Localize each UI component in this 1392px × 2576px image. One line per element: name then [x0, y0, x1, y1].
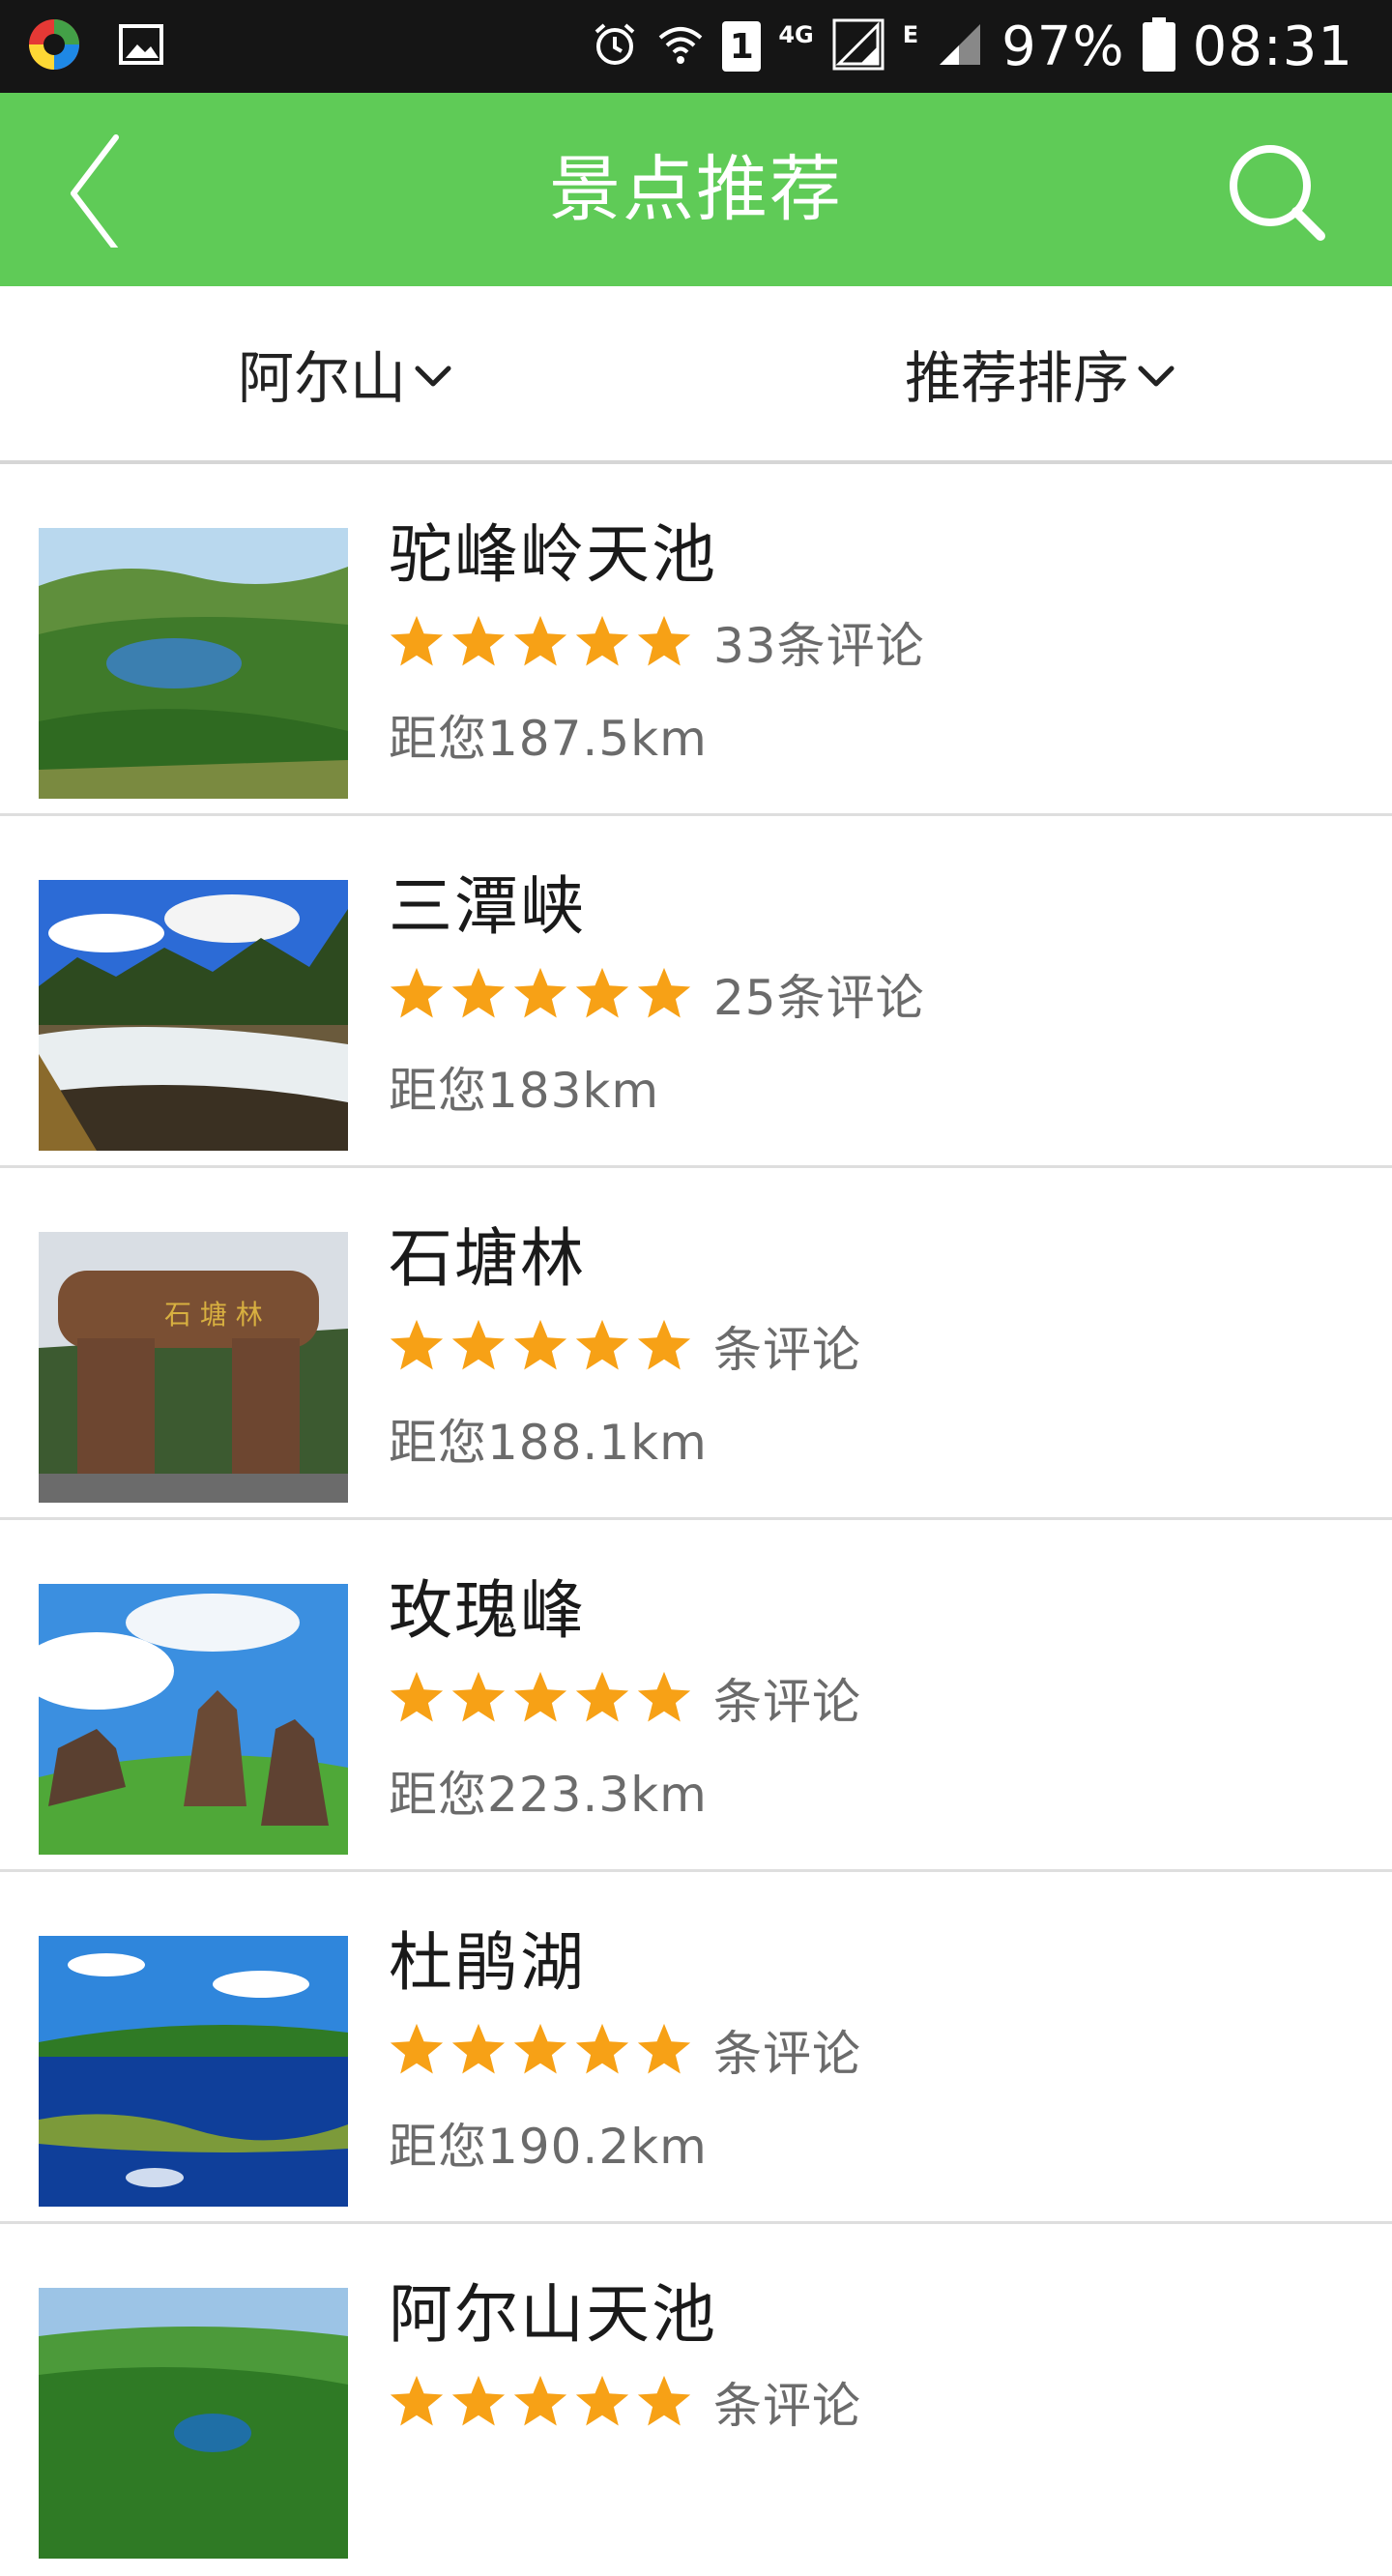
distance: 距您188.1km: [389, 1415, 708, 1471]
star-icon: [513, 967, 567, 1018]
sim-icon: 1: [722, 21, 762, 72]
attraction-thumbnail: [39, 1936, 348, 2207]
attraction-thumbnail: 石 塘 林: [39, 1232, 348, 1503]
battery-percent: 97%: [1001, 15, 1125, 78]
attraction-name: 石塘林: [389, 1221, 586, 1296]
attraction-name: 杜鹃湖: [389, 1925, 586, 2000]
star-rating: [387, 2372, 694, 2432]
star-icon: [513, 2375, 567, 2426]
star-icon: [575, 967, 629, 1018]
star-icon: [451, 2375, 506, 2426]
distance: 距您183km: [389, 1063, 660, 1119]
star-icon: [637, 1671, 691, 1722]
star-rating: [387, 612, 694, 672]
location-filter-label: 阿尔山: [238, 345, 407, 411]
network-4g: 4G: [778, 21, 814, 48]
star-icon: [513, 615, 567, 666]
review-count: 33条评论: [713, 618, 925, 674]
star-rating: [387, 1316, 694, 1376]
network-e: E: [902, 21, 919, 48]
search-button[interactable]: [1226, 141, 1326, 242]
star-icon: [390, 1671, 444, 1722]
star-icon: [637, 1319, 691, 1370]
star-icon: [390, 1319, 444, 1370]
battery-icon: [1142, 17, 1175, 75]
sort-filter-label: 推荐排序: [905, 345, 1130, 411]
star-icon: [451, 1319, 506, 1370]
list-item[interactable]: 石 塘 林 石塘林 条评论 距您188.1km: [0, 1168, 1392, 1520]
chevron-down-icon: [415, 366, 451, 387]
star-icon: [451, 967, 506, 1018]
attraction-thumbnail: [39, 528, 348, 799]
rating: 25条评论: [387, 959, 925, 1029]
chevron-down-icon: [1138, 366, 1174, 387]
list-item[interactable]: 杜鹃湖 条评论 距您190.2km: [0, 1872, 1392, 2224]
star-icon: [637, 2023, 691, 2074]
rating: 条评论: [387, 2015, 861, 2085]
clock: 08:31: [1192, 15, 1353, 78]
attraction-thumbnail: [39, 2288, 348, 2559]
review-count: 条评论: [713, 1674, 861, 1730]
rating: 条评论: [387, 1663, 861, 1733]
star-icon: [390, 615, 444, 666]
location-filter[interactable]: 阿尔山: [238, 286, 454, 460]
review-count: 条评论: [713, 2378, 861, 2434]
star-icon: [451, 615, 506, 666]
star-rating: [387, 1668, 694, 1728]
list-item[interactable]: 三潭峡 25条评论 距您183km: [0, 816, 1392, 1168]
star-icon: [575, 2375, 629, 2426]
star-icon: [513, 1319, 567, 1370]
alarm-icon: [591, 20, 639, 73]
list-item[interactable]: 玫瑰峰 条评论 距您223.3km: [0, 1520, 1392, 1872]
attraction-name: 三潭峡: [389, 869, 586, 944]
attraction-name: 玫瑰峰: [389, 1573, 586, 1648]
signal-icon: [831, 17, 885, 75]
star-icon: [513, 1671, 567, 1722]
app-logo-icon: [27, 17, 81, 75]
status-bar: 1 4G E 97% 08:31: [0, 0, 1392, 93]
star-icon: [513, 2023, 567, 2074]
distance: 距您190.2km: [389, 2119, 708, 2175]
sim-badge: 1: [729, 26, 754, 67]
review-count: 条评论: [713, 1322, 861, 1378]
review-count: 条评论: [713, 2026, 861, 2082]
distance: 距您223.3km: [389, 1767, 708, 1823]
star-rating: [387, 2020, 694, 2080]
rating: 33条评论: [387, 607, 925, 677]
attraction-thumbnail: [39, 880, 348, 1151]
star-rating: [387, 964, 694, 1024]
review-count: 25条评论: [713, 970, 925, 1026]
attraction-name: 阿尔山天池: [389, 2277, 717, 2352]
list-item[interactable]: 驼峰岭天池 33条评论 距您187.5km: [0, 464, 1392, 816]
star-icon: [451, 2023, 506, 2074]
rating: 条评论: [387, 1311, 861, 1381]
attraction-name: 驼峰岭天池: [389, 517, 717, 592]
rating: 条评论: [387, 2367, 861, 2437]
image-icon: [118, 21, 164, 72]
filter-bar: 阿尔山 推荐排序: [0, 286, 1392, 464]
star-icon: [451, 1671, 506, 1722]
star-icon: [575, 2023, 629, 2074]
star-icon: [637, 615, 691, 666]
star-icon: [390, 2375, 444, 2426]
signal-bars-icon: [936, 20, 984, 73]
distance: 距您187.5km: [389, 711, 708, 767]
attraction-list: 驼峰岭天池 33条评论 距您187.5km 三潭峡 25条评论 距您183km …: [0, 464, 1392, 2576]
star-icon: [390, 967, 444, 1018]
page-title: 景点推荐: [549, 148, 843, 231]
list-item[interactable]: 阿尔山天池 条评论: [0, 2224, 1392, 2576]
star-icon: [390, 2023, 444, 2074]
wifi-icon: [656, 20, 705, 73]
search-icon: [1230, 145, 1325, 241]
sort-filter[interactable]: 推荐排序: [905, 286, 1177, 460]
attraction-thumbnail: [39, 1584, 348, 1855]
app-bar: 景点推荐: [0, 93, 1392, 286]
star-icon: [575, 615, 629, 666]
star-icon: [575, 1671, 629, 1722]
star-icon: [637, 2375, 691, 2426]
svg-text:石 塘 林: 石 塘 林: [164, 1299, 263, 1331]
star-icon: [637, 967, 691, 1018]
star-icon: [575, 1319, 629, 1370]
